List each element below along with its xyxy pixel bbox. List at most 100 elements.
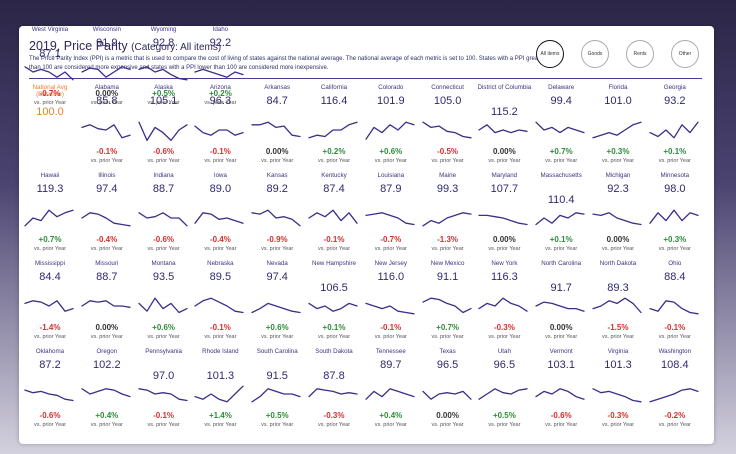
tile-change-caption: vs. prior Year — [545, 334, 578, 340]
tile-wyoming[interactable]: Wyoming 92.8 +0.5% vs. prior Year — [137, 26, 191, 112]
tile-name: Nevada — [266, 260, 288, 267]
tile-name: Massachusetts — [540, 172, 582, 179]
tile-missouri[interactable]: Missouri 88.7 0.00% vs. prior Year — [80, 260, 134, 346]
tile-nebraska[interactable]: Nebraska 89.5 -0.1% vs. prior Year — [193, 260, 247, 346]
tile-oregon[interactable]: Oregon 102.2 +0.4% vs. prior Year — [80, 348, 134, 434]
tile-oklahoma[interactable]: Oklahoma 87.2 -0.6% vs. prior Year — [23, 348, 77, 434]
tile-value: 108.4 — [661, 359, 689, 371]
tile-vermont[interactable]: Vermont 103.1 -0.6% vs. prior Year — [534, 348, 588, 434]
sparkline — [194, 212, 245, 224]
tile-montana[interactable]: Montana 93.5 +0.6% vs. prior Year — [137, 260, 191, 346]
tile-indiana[interactable]: Indiana 88.7 -0.6% vs. prior Year — [137, 172, 191, 258]
tile-utah[interactable]: Utah 96.5 +0.5% vs. prior Year — [477, 348, 531, 434]
tile-california[interactable]: California 116.4 +0.2% vs. prior Year — [307, 84, 361, 170]
tile-maine[interactable]: Maine 99.3 -1.3% vs. prior Year — [421, 172, 475, 258]
tile-illinois[interactable]: Illinois 97.4 -0.4% vs. prior Year — [80, 172, 134, 258]
tile-west-virginia[interactable]: West Virginia 87.1 -0.7% vs. prior Year — [23, 26, 77, 112]
tile-value: 101.9 — [377, 95, 405, 107]
tile-new-hampshire[interactable]: New Hampshire 106.5 +0.1% vs. prior Year — [307, 260, 361, 346]
tile-north-carolina[interactable]: North Carolina 91.7 0.00% vs. prior Year — [534, 260, 588, 346]
sparkline-line — [365, 302, 415, 315]
tile-change: +0.3% — [663, 235, 687, 244]
tile-georgia[interactable]: Georgia 93.2 +0.1% vs. prior Year — [648, 84, 702, 170]
tile-kansas[interactable]: Kansas 89.2 -0.9% vs. prior Year — [250, 172, 304, 258]
tile-change: +0.6% — [379, 147, 403, 156]
tile-louisiana[interactable]: Louisiana 87.9 -0.7% vs. prior Year — [364, 172, 418, 258]
tile-rhode-island[interactable]: Rhode Island 101.3 +1.4% vs. prior Year — [193, 348, 247, 434]
tile-south-carolina[interactable]: South Carolina 91.5 +0.5% vs. prior Year — [250, 348, 304, 434]
tile-connecticut[interactable]: Connecticut 105.0 -0.5% vs. prior Year — [421, 84, 475, 170]
sparkline — [421, 121, 472, 139]
sparkline-line — [592, 388, 642, 403]
tile-change: +0.5% — [152, 89, 176, 98]
tile-new-mexico[interactable]: New Mexico 91.1 +0.7% vs. prior Year — [421, 260, 475, 346]
tile-nevada[interactable]: Nevada 97.4 +0.6% vs. prior Year — [250, 260, 304, 346]
tile-change-caption: vs. prior Year — [261, 158, 294, 164]
tile-new-jersey[interactable]: New Jersey 116.0 -0.1% vs. prior Year — [364, 260, 418, 346]
tile-massachusetts[interactable]: Massachusetts 110.4 +0.1% vs. prior Year — [534, 172, 588, 258]
tile-virginia[interactable]: Virginia 101.3 -0.3% vs. prior Year — [591, 348, 645, 434]
sparkline-line — [194, 297, 245, 314]
sparkline-line — [308, 302, 358, 312]
sparkline-line — [24, 209, 74, 227]
tile-change: 0.00% — [436, 411, 459, 420]
sparkline-line — [251, 302, 301, 314]
tile-change-caption: vs. prior Year — [33, 100, 67, 106]
tile-florida[interactable]: Florida 101.0 +0.3% vs. prior Year — [591, 84, 645, 170]
tile-change-caption: vs. prior Year — [431, 246, 464, 252]
sparkline — [649, 388, 699, 403]
tile-change: -0.9% — [266, 235, 288, 244]
tile-iowa[interactable]: Iowa 89.0 -0.4% vs. prior Year — [193, 172, 247, 258]
tile-name: Montana — [151, 260, 176, 267]
tile-change: -0.1% — [209, 147, 231, 156]
tile-change-caption: vs. prior Year — [601, 422, 635, 428]
tile-change-caption: vs. prior Year — [204, 246, 237, 252]
tile-north-dakota[interactable]: North Dakota 89.3 -1.5% vs. prior Year — [591, 260, 645, 346]
tile-name: Arkansas — [264, 84, 291, 91]
tile-value: 101.3 — [604, 359, 632, 371]
tile-change-caption: vs. prior Year — [488, 422, 521, 428]
tile-change: -1.4% — [39, 323, 61, 332]
sparkline — [81, 124, 131, 139]
tile-change-caption: vs. prior Year — [261, 334, 294, 340]
tile-hawaii[interactable]: Hawaii 119.3 +0.7% vs. prior Year — [23, 172, 77, 258]
tile-change: -0.3% — [607, 411, 629, 420]
tile-value: 89.7 — [380, 359, 402, 371]
tile-delaware[interactable]: Delaware 99.4 +0.7% vs. prior Year — [534, 84, 588, 170]
tile-maryland[interactable]: Maryland 107.7 0.00% vs. prior Year — [477, 172, 531, 258]
tile-name: Virginia — [607, 348, 629, 355]
tile-colorado[interactable]: Colorado 101.9 +0.6% vs. prior Year — [364, 84, 418, 170]
tile-value: 88.7 — [96, 271, 118, 283]
tile-change-caption: vs. prior Year — [374, 422, 407, 428]
sparkline-line — [194, 385, 245, 403]
sparkline — [81, 300, 131, 308]
tile-mississippi[interactable]: Mississippi 84.4 -1.4% vs. prior Year — [23, 260, 77, 346]
sparkline-line — [81, 66, 131, 78]
sparkline — [194, 297, 245, 314]
sparkline — [308, 302, 358, 312]
tile-name: Florida — [608, 84, 628, 91]
tile-change-caption: vs. prior Year — [90, 158, 123, 164]
tile-tennessee[interactable]: Tennessee 89.7 +0.4% vs. prior Year — [364, 348, 418, 434]
tile-south-dakota[interactable]: South Dakota 87.8 -0.3% vs. prior Year — [307, 348, 361, 434]
tile-washington[interactable]: Washington 108.4 -0.2% vs. prior Year — [648, 348, 702, 434]
tile-district-of-columbia[interactable]: District of Columbia 115.2 0.00% vs. prior … — [477, 84, 532, 170]
tile-pennsylvania[interactable]: Pennsylvania 97.0 -0.1% vs. prior Year — [137, 348, 191, 434]
tile-michigan[interactable]: Michigan 92.3 0.00% vs. prior Year — [591, 172, 645, 258]
tile-texas[interactable]: Texas 96.5 0.00% vs. prior Year — [421, 348, 475, 434]
tile-new-york[interactable]: New York 116.3 -0.3% vs. prior Year — [477, 260, 531, 346]
sparkline — [421, 297, 472, 314]
tile-value: 91.9 — [96, 37, 118, 49]
tile-idaho[interactable]: Idaho 92.2 +0.2% vs. prior Year — [193, 26, 247, 112]
tile-minnesota[interactable]: Minnesota 98.0 +0.3% vs. prior Year — [648, 172, 702, 258]
tile-value: 119.3 — [36, 183, 64, 195]
sparkline-line — [194, 68, 245, 78]
tile-change: 0.00% — [95, 323, 119, 332]
tile-name: Mississippi — [35, 260, 65, 267]
tile-wisconsin[interactable]: Wisconsin 91.9 0.00% vs. prior Year — [80, 26, 134, 112]
tile-arkansas[interactable]: Arkansas 84.7 0.00% vs. prior Year — [250, 84, 304, 170]
sparkline-line — [592, 121, 642, 139]
tile-ohio[interactable]: Ohio 88.4 -0.1% vs. prior Year — [648, 260, 702, 346]
tile-kentucky[interactable]: Kentucky 87.4 -0.1% vs. prior Year — [307, 172, 361, 258]
sparkline — [137, 297, 188, 314]
